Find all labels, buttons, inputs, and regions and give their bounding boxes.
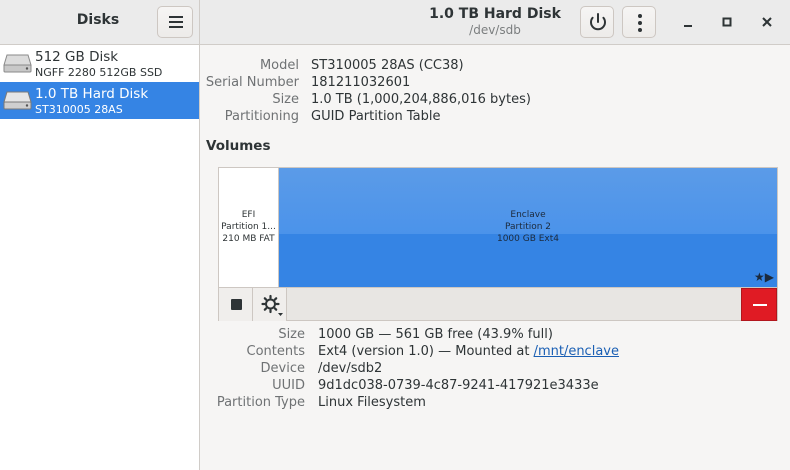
partition-label: Enclave [510,210,546,220]
size-label: Size [272,92,299,107]
maximize-button[interactable] [715,10,739,34]
partition-size-label: Size [278,327,305,342]
mount-point-link[interactable]: /mnt/enclave [534,344,619,359]
close-button[interactable] [755,10,779,34]
hamburger-icon-line [169,21,183,23]
main-menu-button[interactable] [157,6,193,38]
model-value: ST310005 28AS (CC38) [311,58,464,73]
hamburger-icon-line [169,26,183,28]
delete-partition-button[interactable] [741,288,777,321]
serial-label: Serial Number [205,75,299,90]
partition-number: Partition 2 [504,222,552,232]
partition-text: Enclave Partition 2 1000 GB Ext4 [279,209,777,245]
disk-name: 1.0 TB Hard Disk [35,86,149,102]
disk-model: NGFF 2280 512GB SSD [35,66,163,79]
volume-toolbar [219,287,777,321]
mounted-star-play-icon: ★▶ [754,270,774,284]
partition-options-button[interactable] [253,288,287,321]
uuid-label: UUID [272,378,305,393]
serial-value: 181211032601 [311,75,411,90]
minimize-button[interactable] [676,10,700,34]
device-value: /dev/sdb2 [318,361,383,376]
contents-text: Ext4 (version 1.0) — Mounted at [318,344,534,359]
unmount-button[interactable] [219,288,253,321]
contents-label: Contents [246,344,305,359]
drive-options-button[interactable] [622,6,656,38]
stop-icon [231,299,242,310]
partition-efi[interactable]: EFI Partition 1... 210 MB FAT [219,168,279,287]
hamburger-icon [169,16,183,18]
partition-enclave[interactable]: Enclave Partition 2 1000 GB Ext4 ★▶ [279,168,777,287]
hard-drive-icon [3,91,32,110]
partition-type-label: Partition Type [216,395,305,410]
close-icon [762,17,772,27]
gear-icon [261,294,283,316]
volumes-heading: Volumes [206,138,271,154]
disk-title: 1.0 TB Hard Disk [429,6,561,22]
model-label: Model [259,58,299,73]
sidebar-headerbar: Disks [0,0,200,45]
disk-list-item[interactable]: 512 GB Disk NGFF 2280 512GB SSD [0,45,199,82]
power-off-button[interactable] [580,6,614,38]
uuid-value: 9d1dc038-0739-4c87-9241-417921e3433e [318,378,599,393]
partition-size: 210 MB FAT [222,234,275,244]
minus-icon [753,304,767,306]
device-label: Device [260,361,305,376]
maximize-icon [722,17,732,27]
vertical-dots-icon [638,14,642,32]
partition-number: Partition 1... [221,222,276,232]
hard-drive-icon [3,54,32,73]
partition-label: EFI [241,210,256,220]
size-value: 1.0 TB (1,000,204,886,016 bytes) [311,92,531,107]
disk-details: Model ST310005 28AS (CC38) Serial Number… [201,45,790,470]
power-icon [590,13,606,31]
main-headerbar: 1.0 TB Hard Disk /dev/sdb [200,0,790,45]
disk-device-path: /dev/sdb [469,23,521,37]
disk-name: 512 GB Disk [35,49,119,65]
partition-type-value: Linux Filesystem [318,395,426,410]
disk-list-item-selected[interactable]: 1.0 TB Hard Disk ST310005 28AS [0,82,199,119]
contents-value: Ext4 (version 1.0) — Mounted at /mnt/enc… [318,344,619,359]
partitioning-label: Partitioning [224,109,299,124]
partition-size-value: 1000 GB — 561 GB free (43.9% full) [318,327,553,342]
disk-model: ST310005 28AS [35,103,123,116]
minimize-icon [684,25,692,27]
partitioning-value: GUID Partition Table [311,109,441,124]
partition-size: 1000 GB Ext4 [496,234,560,244]
volume-map: EFI Partition 1... 210 MB FAT Enclave Pa… [218,167,778,321]
disk-list: 512 GB Disk NGFF 2280 512GB SSD 1.0 TB H… [0,45,200,470]
